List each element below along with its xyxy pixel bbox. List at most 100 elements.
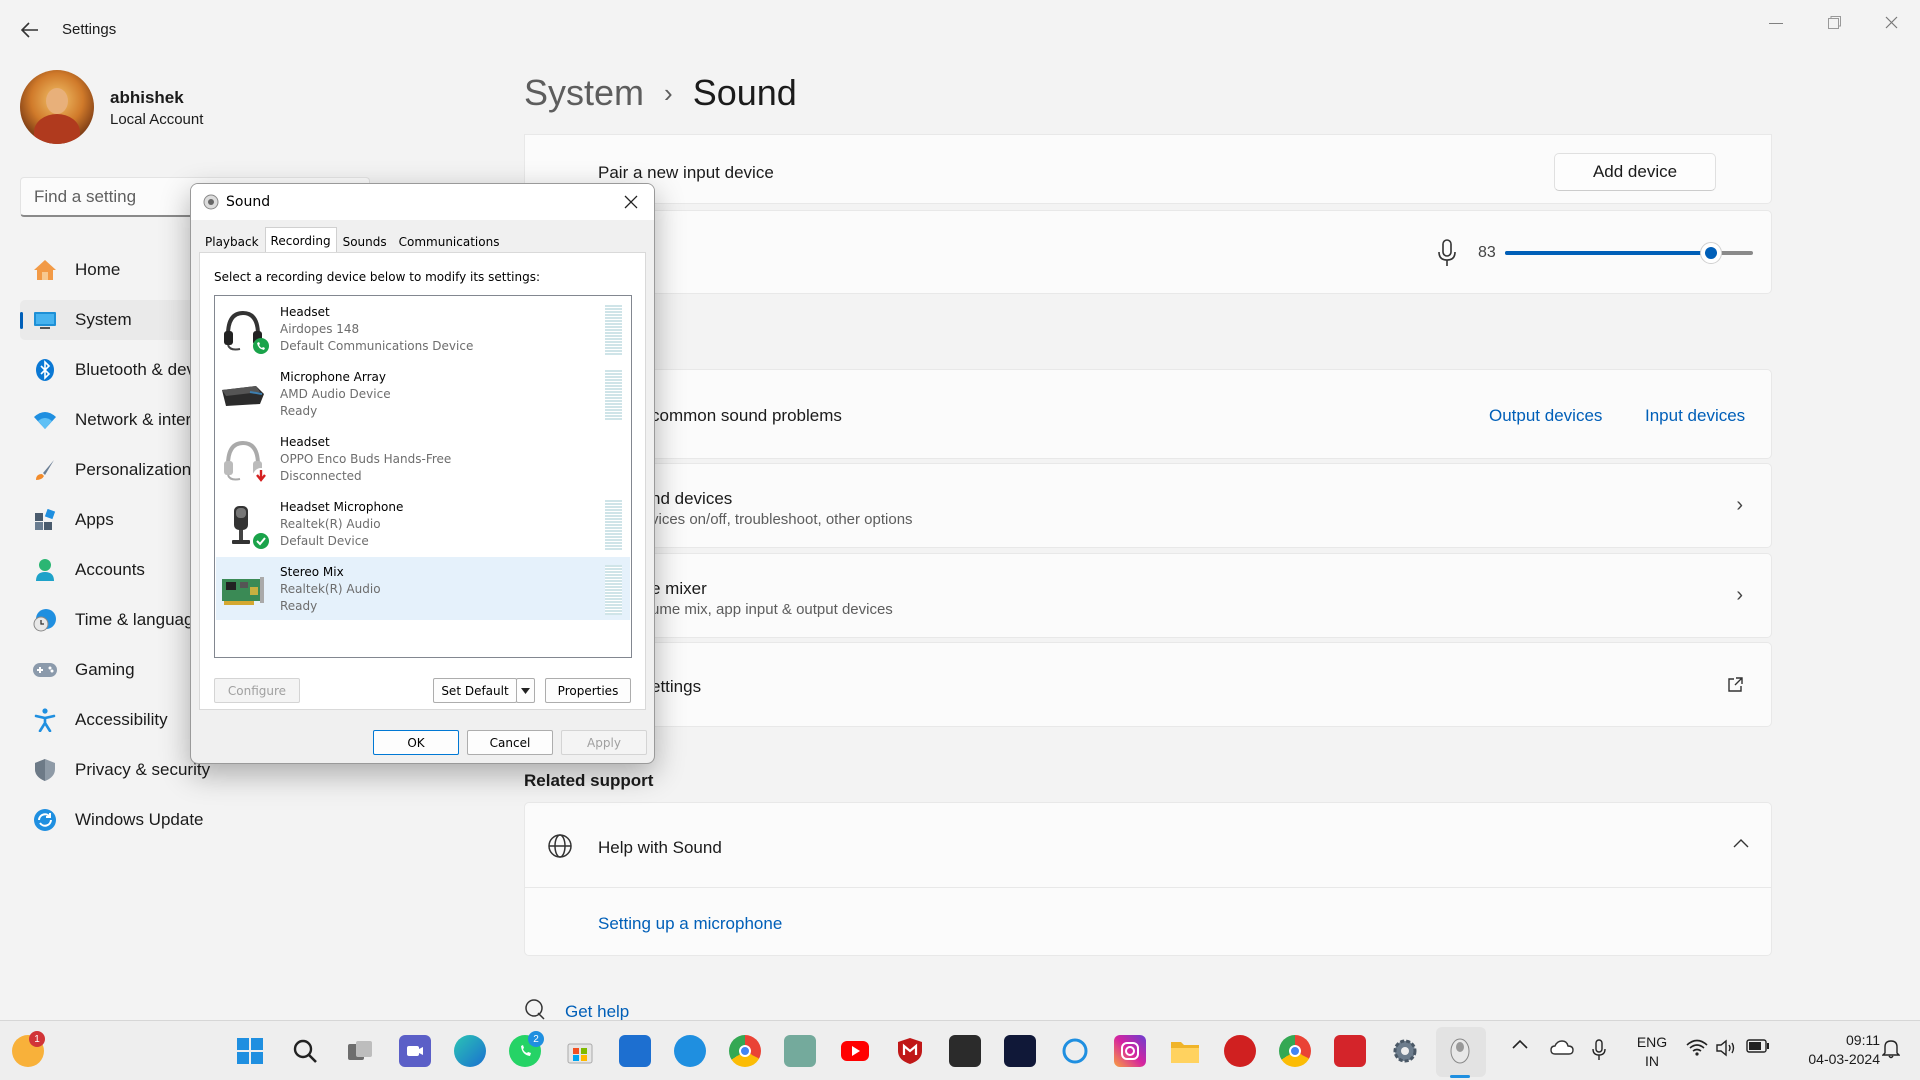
set-default-dropdown[interactable] xyxy=(516,678,535,703)
close-icon xyxy=(1885,16,1897,28)
file-explorer-icon[interactable] xyxy=(1169,1035,1201,1067)
settings-icon[interactable] xyxy=(1389,1035,1421,1067)
chevron-up-icon[interactable] xyxy=(1733,835,1749,853)
notifications-bell-icon[interactable] xyxy=(1882,1039,1900,1059)
tab-recording[interactable]: Recording xyxy=(264,227,337,253)
tuf-icon[interactable] xyxy=(1224,1035,1256,1067)
start-icon[interactable] xyxy=(234,1035,266,1067)
properties-button[interactable]: Properties xyxy=(545,678,631,703)
level-meter xyxy=(605,500,622,550)
cancel-button[interactable]: Cancel xyxy=(467,730,553,755)
setting-up-microphone-link[interactable]: Setting up a microphone xyxy=(598,914,782,934)
device-item[interactable]: Headset Airdopes 148 Default Communicati… xyxy=(216,297,630,360)
instagram-icon[interactable] xyxy=(1114,1035,1146,1067)
show-hidden-icons-chevron-icon[interactable] xyxy=(1512,1039,1528,1049)
restore-button[interactable] xyxy=(1812,8,1856,36)
battery-icon[interactable] xyxy=(1746,1039,1770,1053)
microphone-tray-icon[interactable] xyxy=(1592,1039,1606,1061)
chrome-icon[interactable] xyxy=(729,1035,761,1067)
back-arrow-icon xyxy=(21,22,38,38)
chevron-down-icon xyxy=(521,687,530,694)
help-with-sound-title[interactable]: Help with Sound xyxy=(598,838,722,858)
back-button[interactable] xyxy=(14,16,46,44)
tab-communications[interactable]: Communications xyxy=(393,230,506,252)
recording-device-list[interactable]: Headset Airdopes 148 Default Communicati… xyxy=(214,295,632,658)
nav-windows-update[interactable]: Windows Update xyxy=(20,800,370,840)
minimize-icon: — xyxy=(1769,14,1783,30)
search-icon[interactable] xyxy=(289,1035,321,1067)
device-status: Default Communications Device xyxy=(280,339,474,353)
wifi-icon[interactable] xyxy=(1686,1039,1708,1057)
avatar[interactable] xyxy=(20,70,94,144)
acrobat-icon[interactable] xyxy=(1334,1035,1366,1067)
all-sound-devices-title: nd devices xyxy=(651,489,733,508)
device-item[interactable]: Headset OPPO Enco Buds Hands-Free Discon… xyxy=(216,427,630,490)
volume-tray-icon[interactable] xyxy=(1716,1039,1738,1057)
breadcrumb-parent[interactable]: System xyxy=(524,72,644,114)
configure-button[interactable]: Configure xyxy=(214,678,300,703)
set-default-button[interactable]: Set Default xyxy=(433,678,517,703)
device-name: Headset xyxy=(280,435,330,449)
breadcrumb: System › Sound xyxy=(524,72,797,114)
language-indicator[interactable]: ENG IN xyxy=(1632,1033,1672,1071)
volume-mixer-title: e mixer xyxy=(651,579,707,598)
nav-label: Accessibility xyxy=(75,710,168,729)
volume-slider[interactable] xyxy=(1505,242,1753,264)
volume-slider-fill xyxy=(1505,251,1711,255)
volume-slider-thumb[interactable] xyxy=(1699,242,1722,264)
chevron-right-icon: › xyxy=(1736,494,1743,516)
nav-label: System xyxy=(75,310,132,329)
dh-icon[interactable] xyxy=(1004,1035,1036,1067)
mcafee-icon[interactable] xyxy=(894,1035,926,1067)
troubleshoot-card: common sound problems Output devices Inp… xyxy=(524,369,1772,459)
all-sound-devices-card[interactable]: nd devices vices on/off, troubleshoot, o… xyxy=(524,463,1772,548)
myhp-icon[interactable] xyxy=(619,1035,651,1067)
apply-button[interactable]: Apply xyxy=(561,730,647,755)
accounts-icon xyxy=(32,557,58,583)
volume-mixer-card[interactable]: e mixer ume mix, app input & output devi… xyxy=(524,553,1772,638)
tips-icon[interactable] xyxy=(674,1035,706,1067)
onedrive-icon[interactable] xyxy=(1550,1039,1574,1055)
output-devices-link[interactable]: Output devices xyxy=(1489,406,1602,426)
window-title: Settings xyxy=(62,21,117,38)
get-help-link[interactable]: Get help xyxy=(565,1002,629,1022)
language-code: ENG xyxy=(1636,1034,1668,1050)
dialog-close-button[interactable] xyxy=(618,189,644,215)
close-button[interactable] xyxy=(1869,8,1913,36)
youtube-icon[interactable] xyxy=(839,1035,871,1067)
close-icon xyxy=(624,195,638,209)
device-status: Ready xyxy=(280,599,318,613)
chrome-profile-icon[interactable] xyxy=(1279,1035,1311,1067)
tab-playback[interactable]: Playback xyxy=(199,230,265,252)
task-view-icon[interactable] xyxy=(344,1035,376,1067)
dialog-title: Sound xyxy=(226,194,271,210)
device-item[interactable]: Stereo Mix Realtek(R) Audio Ready xyxy=(216,557,630,620)
minimize-button[interactable]: — xyxy=(1754,8,1798,36)
device-item[interactable]: Headset Microphone Realtek(R) Audio Defa… xyxy=(216,492,630,555)
pair-input-device-card: Pair a new input device Add device xyxy=(524,134,1772,204)
divider xyxy=(525,887,1771,888)
device-name: Stereo Mix xyxy=(280,565,344,579)
chatgpt-icon[interactable] xyxy=(784,1035,816,1067)
tab-sounds[interactable]: Sounds xyxy=(337,230,393,252)
add-device-button[interactable]: Add device xyxy=(1554,153,1716,191)
clock[interactable]: 09:11 04-03-2024 xyxy=(1780,1031,1880,1069)
input-devices-link[interactable]: Input devices xyxy=(1645,406,1745,426)
chevron-right-icon: › xyxy=(664,77,673,108)
apps-icon xyxy=(32,507,58,533)
teams-icon[interactable] xyxy=(399,1035,431,1067)
troubleshoot-label: common sound problems xyxy=(651,406,842,425)
ok-button[interactable]: OK xyxy=(373,730,459,755)
device-item[interactable]: Microphone Array AMD Audio Device Ready xyxy=(216,362,630,425)
device-description: Airdopes 148 xyxy=(280,322,360,336)
sound-icon[interactable] xyxy=(1444,1035,1476,1067)
typora-icon[interactable] xyxy=(949,1035,981,1067)
cortana-icon[interactable] xyxy=(1059,1035,1091,1067)
more-sound-settings-card[interactable]: ettings xyxy=(524,642,1772,727)
store-icon[interactable] xyxy=(564,1035,596,1067)
user-name: abhishek xyxy=(110,88,184,107)
gaming-icon xyxy=(32,657,58,683)
device-description: Realtek(R) Audio xyxy=(280,582,381,596)
device-name: Microphone Array xyxy=(280,370,386,384)
edge-icon[interactable] xyxy=(454,1035,486,1067)
